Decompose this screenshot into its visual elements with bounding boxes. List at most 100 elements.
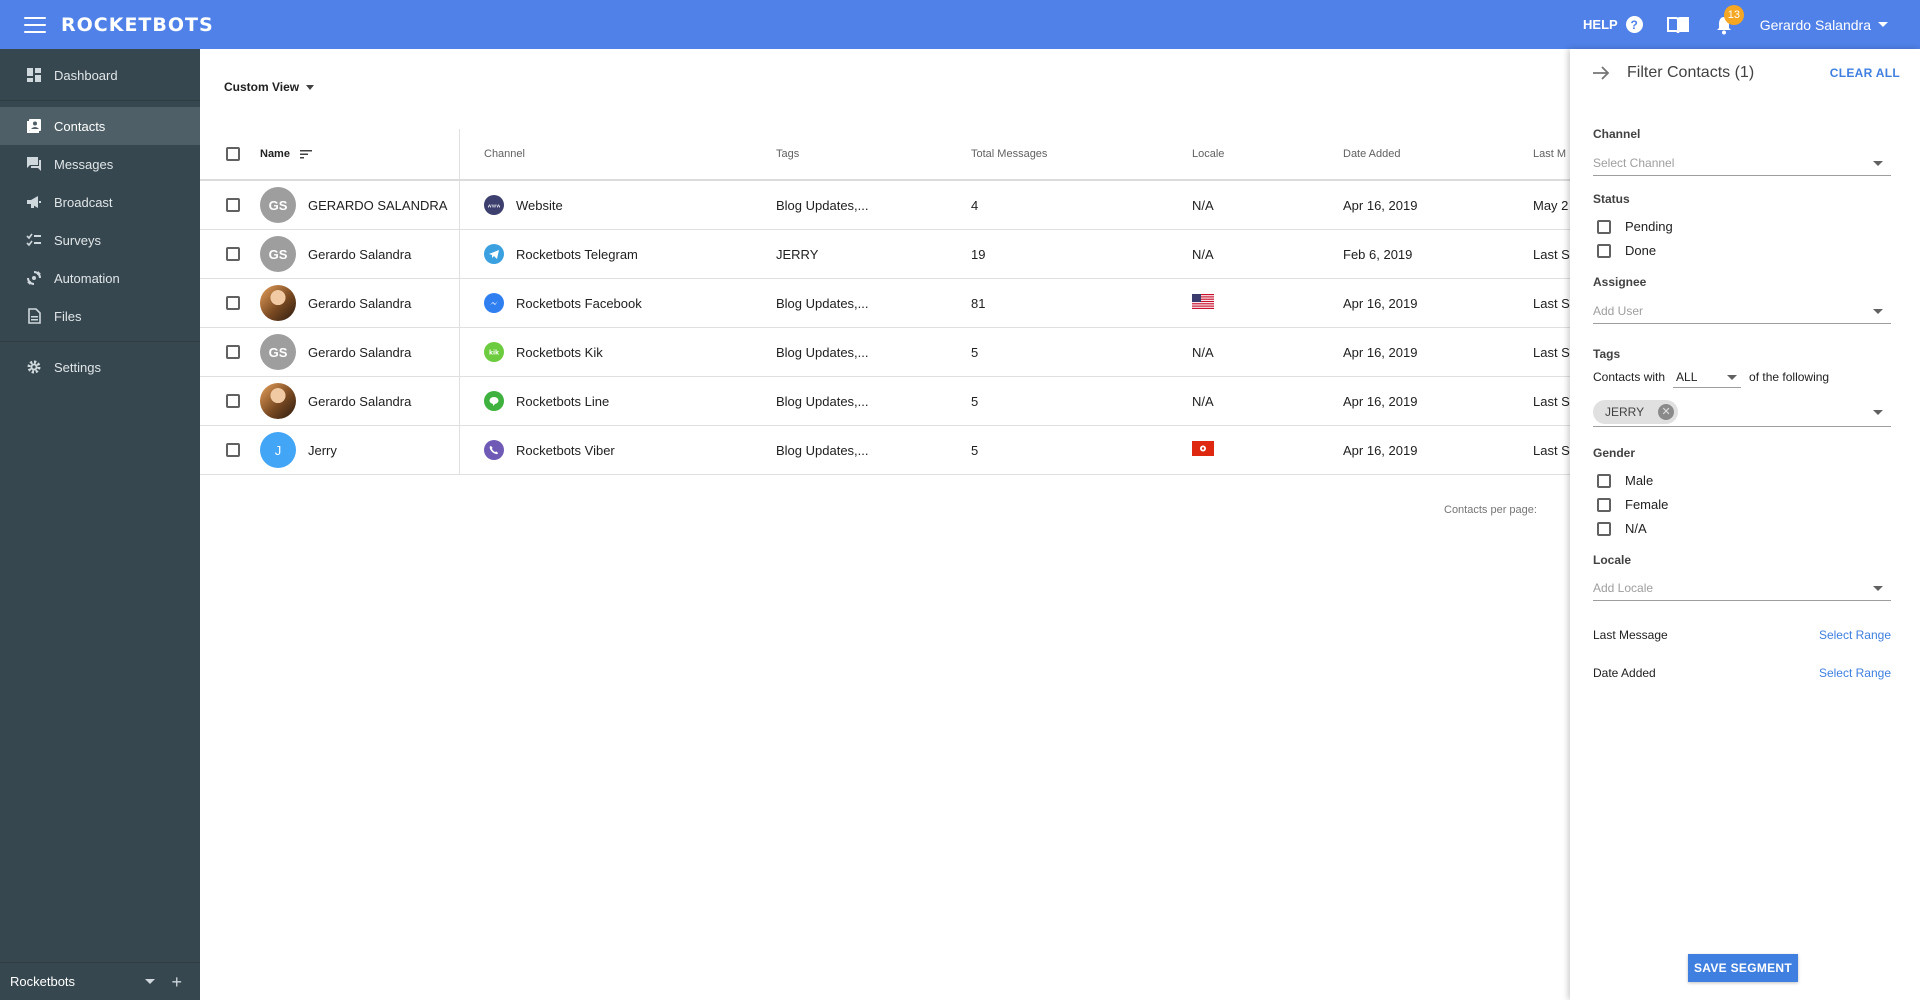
last-message-cell: Last S (1533, 442, 1570, 458)
column-header-total-messages[interactable]: Total Messages (971, 129, 1047, 179)
sidebar-item-label: Broadcast (54, 194, 113, 210)
checkbox[interactable] (1597, 243, 1611, 258)
help-label: HELP (1583, 17, 1618, 32)
workspace-name[interactable]: Rocketbots (10, 974, 75, 989)
broadcast-icon (27, 196, 41, 208)
contact-name-cell[interactable]: J Jerry (260, 426, 337, 474)
column-header-locale[interactable]: Locale (1192, 129, 1224, 179)
avatar-initials: J (274, 442, 282, 458)
table-row[interactable]: Gerardo Salandra Rocketbots Line Blog Up… (200, 377, 1570, 426)
brand-logo[interactable]: ROCKETBOTS (61, 14, 214, 36)
table-row[interactable]: Gerardo Salandra Rocketbots Facebook Blo… (200, 279, 1570, 328)
checkbox[interactable] (1597, 219, 1611, 234)
arrow-right-icon[interactable] (1592, 66, 1610, 80)
channel-label: Channel (1593, 127, 1641, 141)
gender-female-checkbox[interactable]: Female (1597, 497, 1668, 512)
row-checkbox[interactable] (226, 394, 240, 408)
clear-all-button[interactable]: CLEAR ALL (1830, 66, 1900, 80)
sidebar-divider (0, 100, 200, 101)
sort-icon[interactable] (299, 149, 312, 159)
sidebar-item-label: Messages (54, 156, 114, 172)
column-header-channel[interactable]: Channel (484, 129, 525, 179)
sidebar-item-label: Files (54, 308, 82, 324)
contact-name: Gerardo Salandra (308, 344, 412, 360)
user-menu[interactable]: Gerardo Salandra (1760, 17, 1888, 33)
sidebar-divider (0, 341, 200, 342)
assignee-select[interactable]: Add User (1593, 298, 1891, 324)
date-added-select-range-link[interactable]: Select Range (1819, 666, 1891, 680)
checkbox[interactable] (1597, 497, 1611, 512)
checkbox[interactable] (1597, 521, 1611, 536)
contact-name-cell[interactable]: Gerardo Salandra (260, 377, 411, 425)
select-all-checkbox[interactable] (226, 147, 240, 161)
row-checkbox[interactable] (226, 345, 240, 359)
channel-placeholder: Select Channel (1593, 155, 1675, 170)
tags-select[interactable]: JERRY ✕ (1593, 397, 1891, 427)
add-workspace-icon[interactable]: + (171, 973, 182, 991)
tags-cell: Blog Updates,... (776, 344, 869, 360)
sidebar-item-files[interactable]: Files (0, 297, 200, 335)
channel-select[interactable]: Select Channel (1593, 150, 1891, 176)
tags-match-mode-select[interactable]: ALL (1673, 366, 1742, 388)
tags-label: Tags (1593, 347, 1621, 361)
total-messages-cell: 5 (971, 442, 979, 458)
gender-male-checkbox[interactable]: Male (1597, 473, 1653, 488)
locale-value: N/A (1192, 197, 1214, 213)
column-header-date-added[interactable]: Date Added (1343, 129, 1401, 179)
chevron-down-icon[interactable] (145, 979, 156, 984)
contact-name-cell[interactable]: Gerardo Salandra (260, 279, 411, 327)
row-select-cell (226, 279, 240, 327)
sidebar-item-broadcast[interactable]: Broadcast (0, 183, 200, 221)
messages-icon (27, 157, 41, 171)
book-icon[interactable] (1666, 16, 1689, 34)
row-checkbox[interactable] (226, 296, 240, 310)
save-segment-button[interactable]: SAVE SEGMENT (1688, 954, 1798, 982)
checkbox-label: N/A (1625, 521, 1647, 536)
column-divider (459, 129, 460, 179)
gender-na-checkbox[interactable]: N/A (1597, 521, 1647, 536)
files-icon (28, 308, 41, 324)
menu-icon[interactable] (24, 16, 46, 33)
sidebar-item-messages[interactable]: Messages (0, 145, 200, 183)
column-header-tags[interactable]: Tags (776, 129, 799, 179)
row-checkbox[interactable] (226, 443, 240, 457)
total-messages-cell: 81 (971, 295, 986, 311)
gear-icon (27, 360, 41, 374)
table-row[interactable]: GS Gerardo Salandra Rocketbots Telegram … (200, 230, 1570, 279)
chevron-down-icon (1873, 309, 1883, 314)
last-message-select-range-link[interactable]: Select Range (1819, 628, 1891, 642)
contact-name-cell[interactable]: GS Gerardo Salandra (260, 328, 411, 376)
channel-name: Rocketbots Viber (516, 442, 615, 458)
checkbox[interactable] (1597, 473, 1611, 488)
sidebar-item-label: Automation (54, 270, 120, 286)
checkbox-label: Female (1625, 497, 1669, 512)
custom-view-dropdown[interactable]: Custom View (224, 80, 315, 94)
contact-name-cell[interactable]: GS Gerardo Salandra (260, 230, 411, 278)
avatar: J (260, 432, 296, 468)
close-icon[interactable]: ✕ (1658, 403, 1675, 420)
column-label: Name (260, 148, 290, 160)
column-header-last-message[interactable]: Last M (1533, 129, 1566, 179)
status-done-checkbox[interactable]: Done (1597, 243, 1656, 258)
row-checkbox[interactable] (226, 198, 240, 212)
table-row[interactable]: GS GERARDO SALANDRA www Website Blog Upd… (200, 181, 1570, 230)
notifications-button[interactable]: 13 (1713, 4, 1744, 36)
sidebar-item-contacts[interactable]: Contacts (0, 107, 200, 145)
table-row[interactable]: GS Gerardo Salandra kik Rocketbots Kik B… (200, 328, 1570, 377)
sidebar-item-settings[interactable]: Settings (0, 348, 200, 386)
row-checkbox[interactable] (226, 247, 240, 261)
table-row[interactable]: J Jerry Rocketbots Viber Blog Updates,..… (200, 426, 1570, 475)
locale-placeholder: Add Locale (1593, 580, 1654, 595)
locale-select[interactable]: Add Locale (1593, 575, 1891, 601)
filter-panel: Filter Contacts (1) CLEAR ALL Channel Se… (1570, 49, 1920, 1000)
locale-cell: N/A (1192, 230, 1214, 278)
column-header-name[interactable]: Name (260, 129, 312, 179)
help-button[interactable]: HELP ? (1583, 16, 1643, 33)
sidebar-item-surveys[interactable]: Surveys (0, 221, 200, 259)
sidebar-item-dashboard[interactable]: Dashboard (0, 56, 200, 94)
status-pending-checkbox[interactable]: Pending (1597, 219, 1673, 234)
date-added-cell: Apr 16, 2019 (1343, 393, 1418, 409)
contact-name-cell[interactable]: GS GERARDO SALANDRA (260, 181, 447, 229)
sidebar-item-automation[interactable]: Automation (0, 259, 200, 297)
channel-cell: Rocketbots Telegram (484, 230, 638, 278)
